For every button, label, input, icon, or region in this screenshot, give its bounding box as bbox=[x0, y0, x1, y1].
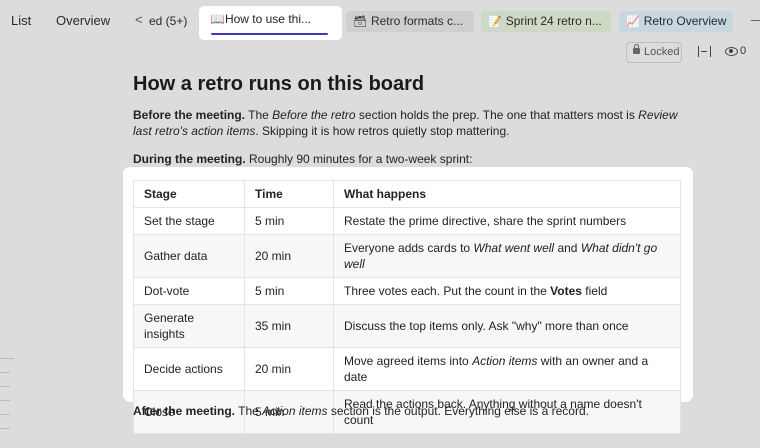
book-icon: 📖 bbox=[210, 12, 225, 26]
retro-schedule-table: Stage Time What happens Set the stage 5 … bbox=[133, 180, 681, 434]
time-cell[interactable]: 5 min bbox=[244, 207, 334, 235]
stage-cell[interactable]: Gather data bbox=[133, 234, 245, 278]
active-tab-indicator bbox=[211, 33, 328, 35]
tab-overflow[interactable]: ed (5+) bbox=[143, 11, 193, 32]
tab-sprint-24-label: Sprint 24 retro n... bbox=[505, 14, 602, 28]
page-title: How a retro runs on this board bbox=[133, 73, 425, 95]
cell-text: Everyone adds cards to bbox=[344, 241, 474, 255]
time-cell[interactable]: 35 min bbox=[244, 304, 334, 348]
section-ref: Action items bbox=[472, 354, 538, 368]
what-cell[interactable]: Restate the prime directive, share the s… bbox=[333, 207, 681, 235]
cell-text: field bbox=[581, 284, 608, 298]
cell-text: Move agreed items into bbox=[344, 354, 473, 368]
before-meeting-paragraph: Before the meeting. The Before the retro… bbox=[133, 107, 693, 139]
lock-icon bbox=[633, 44, 640, 54]
tab-how-to-use-content: 📖How to use thi... bbox=[210, 12, 311, 26]
time-cell[interactable]: 5 min bbox=[244, 277, 334, 305]
para-text: Roughly 90 minutes for a two-week sprint… bbox=[245, 152, 473, 166]
outline-mark[interactable] bbox=[0, 428, 10, 429]
during-meeting-heading: During the meeting. bbox=[133, 152, 246, 166]
column-header: What happens bbox=[333, 180, 681, 208]
time-cell[interactable]: 20 min bbox=[244, 347, 334, 391]
table-row: Dot-vote 5 min Three votes each. Put the… bbox=[133, 277, 681, 305]
section-ref: Action items bbox=[262, 404, 328, 418]
para-text: . Skipping it is how retros quietly stop… bbox=[255, 124, 510, 138]
note-icon: 📝 bbox=[488, 16, 502, 28]
chart-icon: 📈 bbox=[626, 16, 640, 28]
what-cell[interactable]: Move agreed items into Action items with… bbox=[333, 347, 681, 391]
stage-cell[interactable]: Decide actions bbox=[133, 347, 245, 391]
before-meeting-heading: Before the meeting. bbox=[133, 108, 246, 122]
locked-badge[interactable]: Locked bbox=[626, 42, 682, 63]
section-ref: What went well bbox=[473, 241, 555, 255]
more-tabs-icon[interactable] bbox=[751, 20, 760, 21]
para-text: section is the output. Everything else i… bbox=[327, 404, 589, 418]
tab-overflow-label: ed (5+) bbox=[149, 14, 188, 28]
what-cell[interactable]: Three votes each. Put the count in the V… bbox=[333, 277, 681, 305]
field-ref: Votes bbox=[550, 284, 582, 298]
stage-cell[interactable]: Dot-vote bbox=[133, 277, 245, 305]
views-count: 0 bbox=[740, 45, 747, 57]
stage-cell[interactable]: Set the stage bbox=[133, 207, 245, 235]
during-meeting-paragraph: During the meeting. Roughly 90 minutes f… bbox=[133, 151, 472, 167]
table-row: Generate insights 35 min Discuss the top… bbox=[133, 304, 681, 348]
table-row: Gather data 20 min Everyone adds cards t… bbox=[133, 234, 681, 278]
time-cell[interactable]: 20 min bbox=[244, 234, 334, 278]
box-icon: 🗃 bbox=[353, 16, 367, 28]
para-text: section holds the prep. The one that mat… bbox=[355, 108, 639, 122]
chevron-left-icon[interactable]: < bbox=[135, 12, 143, 27]
tab-retro-formats-label: Retro formats c... bbox=[370, 14, 463, 28]
nav-overview-link[interactable]: Overview bbox=[56, 13, 110, 28]
eye-icon[interactable] bbox=[725, 47, 738, 56]
outline-mark[interactable] bbox=[0, 358, 14, 359]
table-row: Set the stage 5 min Restate the prime di… bbox=[133, 207, 681, 235]
stage-cell[interactable]: Generate insights bbox=[133, 304, 245, 348]
section-ref: Before the retro bbox=[272, 108, 356, 122]
nav-list-link[interactable]: List bbox=[11, 13, 31, 28]
cell-text: Three votes each. Put the count in the bbox=[344, 284, 551, 298]
column-header: Time bbox=[244, 180, 334, 208]
outline-mark[interactable] bbox=[0, 386, 10, 387]
tab-retro-overview-label: Retro Overview bbox=[643, 14, 727, 28]
tab-retro-formats[interactable]: 🗃 Retro formats c... bbox=[346, 11, 474, 32]
tab-sprint-24[interactable]: 📝 Sprint 24 retro n... bbox=[481, 11, 611, 32]
page-width-icon[interactable] bbox=[698, 46, 711, 57]
what-cell[interactable]: Everyone adds cards to What went well an… bbox=[333, 234, 681, 278]
cell-text: and bbox=[554, 241, 581, 255]
tab-retro-overview[interactable]: 📈 Retro Overview bbox=[619, 11, 733, 32]
para-text: The bbox=[245, 108, 273, 122]
column-header: Stage bbox=[133, 180, 245, 208]
tab-how-to-use-label: How to use thi... bbox=[224, 12, 311, 26]
table-header-row: Stage Time What happens bbox=[133, 180, 681, 208]
top-tab-bar: List Overview < ed (5+) 📖How to use thi.… bbox=[0, 0, 760, 42]
what-cell[interactable]: Discuss the top items only. Ask "why" mo… bbox=[333, 304, 681, 348]
table-row: Decide actions 20 min Move agreed items … bbox=[133, 347, 681, 391]
outline-mark[interactable] bbox=[0, 414, 10, 415]
after-meeting-heading: After the meeting. bbox=[133, 404, 236, 418]
locked-label: Locked bbox=[644, 46, 680, 58]
para-text: The bbox=[235, 404, 263, 418]
outline-mark[interactable] bbox=[0, 372, 10, 373]
outline-mark[interactable] bbox=[0, 400, 10, 401]
after-meeting-paragraph: After the meeting. The Action items sect… bbox=[133, 403, 589, 419]
